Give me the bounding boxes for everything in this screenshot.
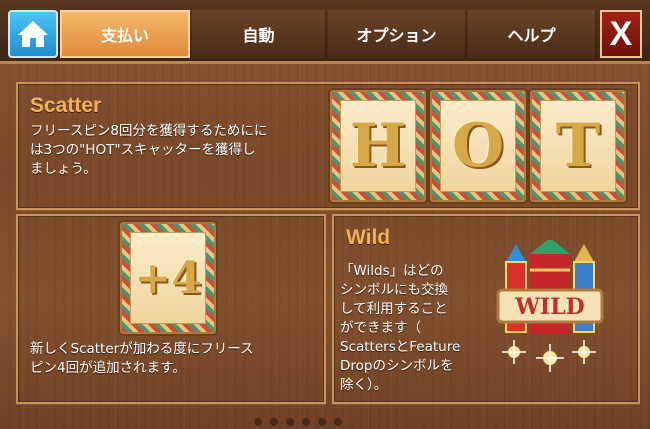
tab-auto[interactable]: 自動 xyxy=(192,10,326,58)
plus-four-line: 新しくScatterが加わる度にフリース xyxy=(30,341,254,357)
symbol-letter: H xyxy=(349,111,407,181)
scatter-title: Scatter xyxy=(30,94,102,117)
tab-options[interactable]: オプション xyxy=(328,10,466,58)
wild-line: ができます（ xyxy=(340,320,421,336)
wild-line: ScattersとFeature xyxy=(340,339,461,355)
page-dot[interactable] xyxy=(286,418,294,426)
wild-firework-symbol: WILD xyxy=(496,240,604,372)
plus-four-line: ピン4回が追加されます。 xyxy=(30,360,186,376)
scatter-line: ましょう。 xyxy=(30,161,97,177)
scatter-line: フリースピン8回分を獲得するためにに xyxy=(30,123,268,139)
scatter-line: は3つの"HOT"スキャッターを獲得し xyxy=(30,142,256,158)
symbol-letter: +4 xyxy=(134,252,202,304)
page-dot[interactable] xyxy=(254,418,262,426)
wild-line: シンボルにも交換 xyxy=(340,282,448,298)
close-button[interactable]: X xyxy=(600,10,642,58)
page-dot[interactable] xyxy=(334,418,342,426)
home-button[interactable] xyxy=(8,10,58,58)
pagination xyxy=(254,418,342,428)
plus-four-symbol: +4 xyxy=(120,222,216,334)
page-dot[interactable] xyxy=(318,418,326,426)
wild-line: Dropのシンボルを xyxy=(340,358,454,374)
scatter-description: フリースピン8回分を獲得するためにに は3つの"HOT"スキャッターを獲得し ま… xyxy=(30,122,330,179)
tab-help[interactable]: ヘルプ xyxy=(468,10,596,58)
wild-symbol-text: WILD xyxy=(514,294,585,320)
top-nav: 支払い 自動 オプション ヘルプ X xyxy=(0,0,650,64)
hot-symbol-o: O xyxy=(430,90,526,202)
wild-line: して利用すること xyxy=(340,301,448,317)
home-icon xyxy=(18,21,48,47)
page-dot[interactable] xyxy=(270,418,278,426)
page-dot[interactable] xyxy=(302,418,310,426)
symbol-letter: O xyxy=(451,111,505,181)
wild-line: 除く）。 xyxy=(340,377,388,393)
wild-line: 「Wilds」はどの xyxy=(340,263,444,279)
hot-symbol-h: H xyxy=(330,90,426,202)
plus-four-description: 新しくScatterが加わる度にフリース ピン4回が追加されます。 xyxy=(30,340,320,378)
wild-title: Wild xyxy=(346,226,391,249)
hot-symbol-t: T xyxy=(530,90,626,202)
wild-description: 「Wilds」はどの シンボルにも交換 して利用すること ができます（ Scat… xyxy=(340,262,490,395)
tab-payout[interactable]: 支払い xyxy=(60,10,190,58)
symbol-letter: T xyxy=(555,111,601,181)
